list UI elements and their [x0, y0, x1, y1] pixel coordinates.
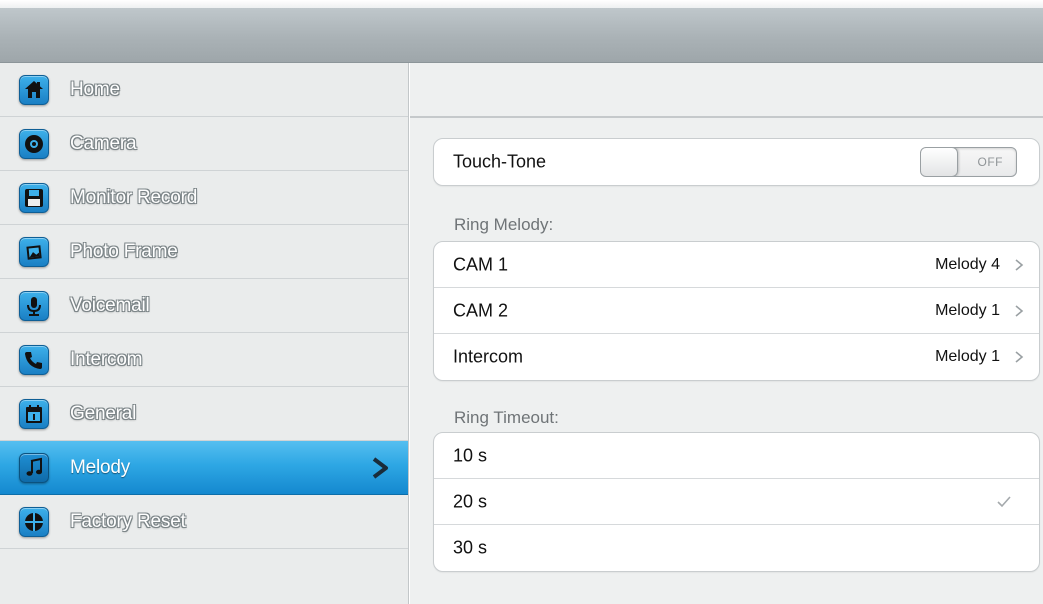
- row-label: 30 s: [453, 537, 488, 558]
- timeout-option-30s[interactable]: 30 s: [434, 525, 1039, 571]
- touch-tone-row: Touch-Tone OFF: [434, 139, 1039, 185]
- checkmark-icon: [997, 495, 1011, 507]
- sidebar-item-label: Camera: [70, 132, 137, 154]
- sidebar-item-voicemail[interactable]: Voicemail: [0, 279, 408, 333]
- ring-timeout-group: 10 s 20 s 30 s: [433, 432, 1040, 572]
- sidebar-item-factory-reset[interactable]: Factory Reset: [0, 495, 408, 549]
- chevron-right-icon: [1015, 351, 1024, 363]
- row-label: Intercom: [453, 346, 524, 367]
- phone-icon: [19, 344, 49, 375]
- microphone-icon: [19, 290, 49, 321]
- touch-tone-label: Touch-Tone: [453, 151, 547, 172]
- melody-row-cam1[interactable]: CAM 1 Melody 4: [434, 242, 1039, 288]
- row-label: CAM 2: [453, 300, 509, 320]
- calendar-icon: [19, 398, 49, 429]
- sidebar-item-photo-frame[interactable]: Photo Frame: [0, 225, 408, 279]
- toggle-state: OFF: [977, 155, 1003, 169]
- sidebar-item-general[interactable]: General: [0, 387, 408, 441]
- chevron-right-icon: [1015, 258, 1024, 271]
- sidebar-item-label: Photo Frame: [70, 240, 178, 262]
- timeout-option-20s[interactable]: 20 s: [434, 479, 1039, 525]
- row-label: CAM 1: [453, 254, 509, 274]
- touch-tone-toggle[interactable]: OFF: [920, 147, 1017, 177]
- ring-timeout-title: Ring Timeout:: [454, 408, 559, 427]
- melody-row-intercom[interactable]: Intercom Melody 1: [434, 334, 1039, 380]
- sidebar: Home Camera Monitor Record Photo Frame V…: [0, 63, 409, 604]
- sidebar-item-home[interactable]: Home: [0, 63, 408, 117]
- melody-row-cam2[interactable]: CAM 2 Melody 1: [434, 288, 1039, 334]
- sidebar-item-label: Home: [70, 78, 120, 100]
- title-bar: [0, 8, 1043, 63]
- settings-panel: Touch-Tone OFF Ring Melody: CAM 1 Melody…: [410, 63, 1043, 604]
- sidebar-item-label: Melody: [70, 456, 131, 478]
- sidebar-item-label: Intercom: [70, 348, 143, 370]
- ring-melody-title: Ring Melody:: [454, 215, 554, 234]
- sidebar-item-melody[interactable]: Melody: [0, 441, 408, 495]
- reset-icon: [19, 506, 49, 537]
- sidebar-item-camera[interactable]: Camera: [0, 117, 408, 171]
- sidebar-item-intercom[interactable]: Intercom: [0, 333, 408, 387]
- home-icon: [19, 74, 49, 105]
- chevron-right-icon: [1015, 304, 1024, 317]
- camera-icon: [19, 128, 49, 159]
- row-value: Melody 4: [935, 255, 1000, 273]
- chevron-right-icon: [372, 456, 388, 479]
- timeout-option-10s[interactable]: 10 s: [434, 433, 1039, 479]
- sidebar-item-label: Factory Reset: [70, 510, 186, 532]
- app-screen: Home Camera Monitor Record Photo Frame V…: [0, 0, 1043, 604]
- ring-melody-group: CAM 1 Melody 4 CAM 2 Melody 1 Intercom M…: [433, 241, 1040, 381]
- sidebar-item-label: Monitor Record: [70, 186, 198, 208]
- row-label: 20 s: [453, 491, 488, 511]
- sidebar-item-monitor-record[interactable]: Monitor Record: [0, 171, 408, 225]
- row-label: 10 s: [453, 445, 488, 465]
- touch-tone-group: Touch-Tone OFF: [433, 138, 1040, 186]
- photo-frame-icon: [19, 236, 49, 267]
- sidebar-item-label: Voicemail: [70, 294, 150, 316]
- top-strip: [0, 0, 1043, 8]
- panel-header: [410, 63, 1043, 118]
- row-value: Melody 1: [935, 348, 1000, 365]
- toggle-knob: [921, 148, 958, 176]
- row-value: Melody 1: [935, 301, 1000, 319]
- music-note-icon: [19, 452, 49, 483]
- sidebar-item-label: General: [70, 402, 137, 424]
- floppy-icon: [19, 182, 49, 213]
